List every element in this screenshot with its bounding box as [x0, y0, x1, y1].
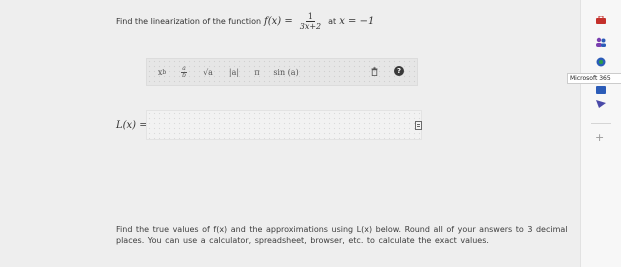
question-prefix: Find the linearization of the function [116, 17, 262, 26]
fraction-button[interactable]: a b [177, 65, 191, 79]
sqrt-button[interactable]: √a [199, 65, 217, 79]
fraction-denominator: 3x+2 [299, 22, 322, 31]
help-icon[interactable]: ? [394, 66, 404, 76]
abs-button[interactable]: |a| [225, 65, 243, 79]
answer-input[interactable] [146, 110, 422, 140]
fraction-symbol: a b [181, 65, 187, 79]
answer-label: L(x) = [116, 120, 148, 131]
function-fraction: 1 3x+2 [298, 12, 323, 31]
send-icon[interactable] [593, 98, 609, 110]
power-button[interactable]: xb [153, 65, 171, 79]
sidebar-divider [591, 123, 611, 124]
math-toolbar: xb a b √a |a| π sin (a) ? [146, 58, 418, 86]
browser-sidebar: Microsoft 365 + [567, 0, 621, 267]
people-icon[interactable] [593, 36, 609, 48]
fraction-numerator: 1 [305, 12, 315, 22]
add-icon[interactable]: + [595, 131, 604, 144]
outlook-icon[interactable] [593, 84, 609, 96]
power-exponent: b [162, 68, 167, 76]
question-text: Find the linearization of the function f… [116, 12, 374, 31]
sin-button[interactable]: sin (a) [269, 65, 303, 79]
microsoft-365-label: Microsoft 365 [567, 73, 621, 84]
main-content: Find the linearization of the function f… [0, 0, 580, 267]
keyboard-icon[interactable] [415, 121, 422, 130]
fraction-sym-den: b [182, 71, 186, 79]
pi-button[interactable]: π [251, 65, 263, 79]
point-value: x = −1 [339, 16, 375, 27]
at-label: at [328, 17, 337, 26]
instructions-text: Find the true values of f(x) and the app… [116, 225, 568, 245]
office-icon[interactable] [593, 56, 609, 68]
briefcase-icon[interactable] [593, 14, 609, 26]
function-name: f(x) = [264, 16, 293, 27]
trash-icon[interactable] [371, 67, 378, 76]
